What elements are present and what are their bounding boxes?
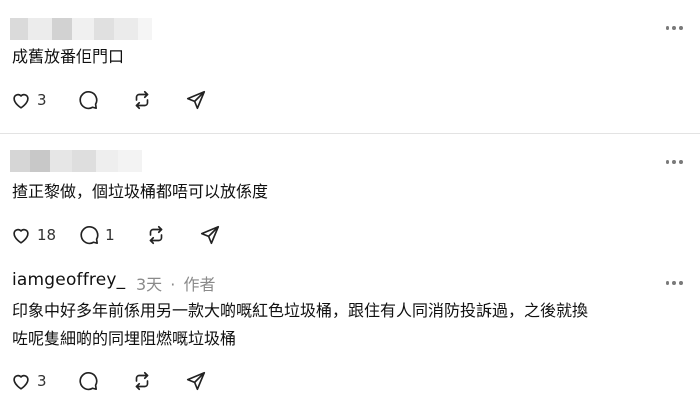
repost-button[interactable]	[131, 89, 153, 111]
share-icon	[186, 371, 205, 391]
more-icon[interactable]	[664, 273, 684, 293]
share-icon	[186, 90, 205, 110]
action-bar: 3	[10, 369, 207, 393]
comment-icon	[80, 226, 99, 245]
like-button[interactable]: 18	[10, 224, 56, 246]
like-button[interactable]: 3	[10, 370, 47, 392]
like-count: 3	[37, 372, 47, 390]
post-text-line: 印象中好多年前係用另一款大啲嘅紅色垃圾桶，跟住有人同消防投訴過，之後就換	[12, 301, 589, 320]
share-button[interactable]	[185, 370, 207, 392]
share-button[interactable]	[199, 224, 221, 246]
reply-button[interactable]	[77, 89, 99, 111]
share-icon	[200, 225, 219, 245]
post-text: 成舊放番佢門口	[12, 47, 125, 66]
share-button[interactable]	[185, 89, 207, 111]
reply-post: 揸正黎做，個垃圾桶都唔可以放係度 18 1	[0, 133, 700, 260]
username[interactable]: iamgeoffrey_	[12, 270, 125, 290]
repost-button[interactable]	[145, 224, 167, 246]
heart-icon	[13, 93, 29, 109]
reply-post: 成舊放番佢門口 3	[0, 0, 700, 133]
heart-icon	[13, 374, 29, 390]
reply-button[interactable]: 1	[78, 224, 115, 246]
repost-button[interactable]	[131, 370, 153, 392]
reply-post: iamgeoffrey_ 3天 · 作者 印象中好多年前係用另一款大啲嘅紅色垃圾…	[0, 260, 700, 409]
comment-icon	[78, 372, 98, 391]
redacted-username	[10, 150, 142, 172]
author-tag: 作者	[183, 275, 216, 294]
more-icon[interactable]	[664, 152, 684, 172]
reply-count: 1	[105, 226, 115, 244]
comment-icon	[78, 91, 98, 110]
repost-icon	[149, 225, 162, 245]
action-bar: 3	[10, 88, 207, 112]
like-count: 18	[37, 226, 57, 244]
action-bar: 18 1	[10, 223, 221, 247]
more-icon[interactable]	[664, 18, 684, 38]
reply-button[interactable]	[77, 370, 99, 392]
repost-icon	[135, 90, 148, 110]
post-text: 揸正黎做，個垃圾桶都唔可以放係度	[12, 182, 269, 201]
heart-icon	[13, 228, 29, 244]
post-text-line: 咗呢隻細啲的同埋阻燃嘅垃圾桶	[12, 329, 237, 348]
redacted-username	[10, 18, 152, 40]
post-meta: 3天 · 作者	[136, 271, 215, 295]
post-text: 印象中好多年前係用另一款大啲嘅紅色垃圾桶，跟住有人同消防投訴過，之後就換 咗呢隻…	[12, 297, 588, 353]
like-button[interactable]: 3	[10, 89, 47, 111]
meta-separator: ·	[170, 275, 176, 294]
repost-icon	[135, 371, 148, 391]
like-count: 3	[37, 91, 47, 109]
post-time[interactable]: 3天	[136, 275, 162, 294]
